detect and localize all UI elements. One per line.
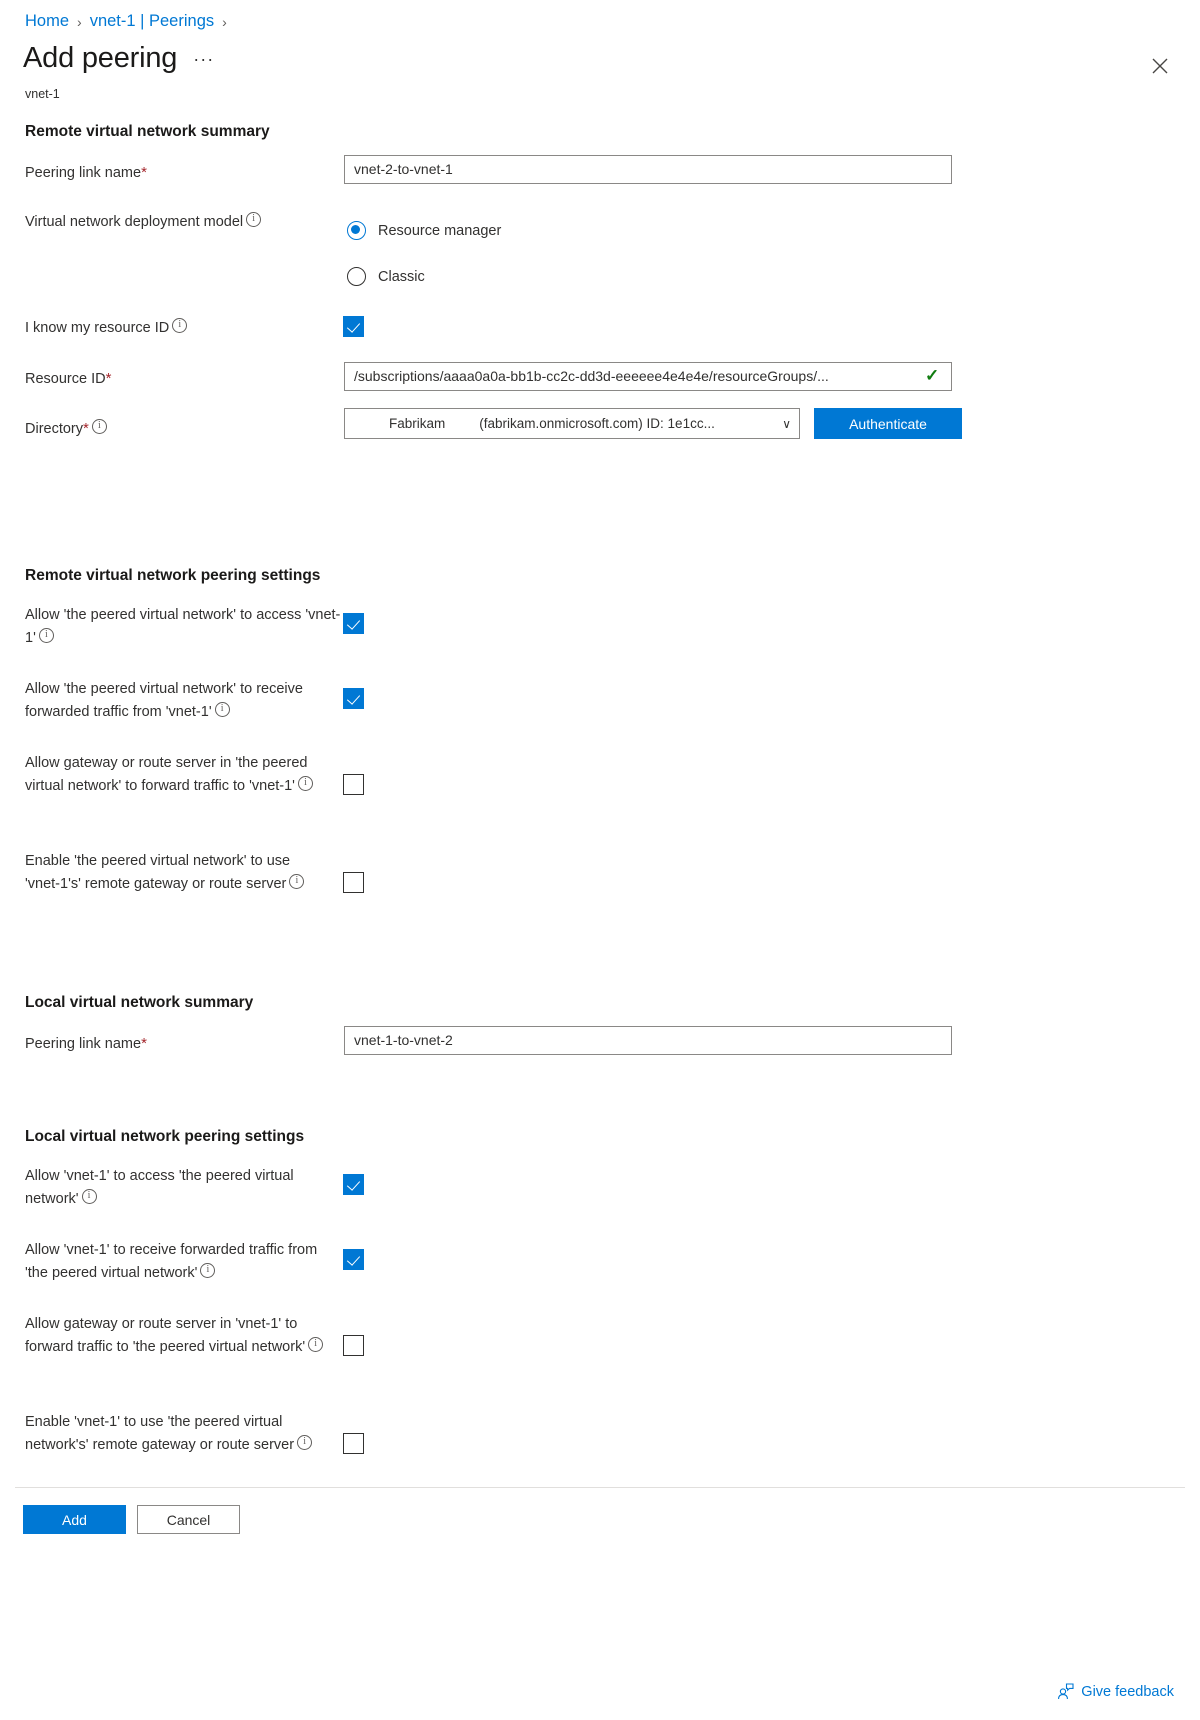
info-icon-remote-allow-access[interactable] xyxy=(38,627,54,644)
label-local-use-remote-gateway: Enable 'vnet-1' to use 'the peered virtu… xyxy=(25,1411,325,1458)
label-remote-allow-gateway-transit: Allow gateway or route server in 'the pe… xyxy=(25,752,345,799)
checkbox-local-use-remote-gateway[interactable] xyxy=(343,1433,364,1454)
info-icon-know-resource-id[interactable] xyxy=(172,317,188,333)
close-icon[interactable] xyxy=(1146,52,1174,80)
label-remote-peering-link-name: Peering link name* xyxy=(25,164,147,181)
add-peering-blade: Home › vnet-1 | Peerings › Add peering ·… xyxy=(0,0,1200,1720)
label-directory: Directory* xyxy=(25,417,107,441)
breadcrumb-item-home[interactable]: Home xyxy=(25,12,69,31)
info-icon-local-allow-gateway-transit[interactable] xyxy=(308,1336,324,1353)
page-subtitle: vnet-1 xyxy=(25,87,60,101)
label-remote-allow-access: Allow 'the peered virtual network' to ac… xyxy=(25,604,345,651)
person-feedback-icon xyxy=(1057,1683,1074,1700)
label-local-allow-access: Allow 'vnet-1' to access 'the peered vir… xyxy=(25,1165,340,1212)
add-button[interactable]: Add xyxy=(23,1505,126,1534)
radio-label-resource-manager: Resource manager xyxy=(378,222,502,239)
required-marker-local-link: * xyxy=(141,1035,147,1052)
give-feedback-link[interactable]: Give feedback xyxy=(1057,1683,1174,1700)
remote-peering-link-name-input[interactable]: vnet-2-to-vnet-1 xyxy=(344,155,952,184)
chevron-right-icon-2: › xyxy=(222,13,227,30)
section-local-settings-heading: Local virtual network peering settings xyxy=(25,1128,305,1145)
more-options-button[interactable]: ··· xyxy=(193,49,214,73)
radio-resource-manager[interactable]: Resource manager xyxy=(347,221,501,240)
checkbox-local-allow-gateway-transit[interactable] xyxy=(343,1335,364,1356)
required-marker-resource-id: * xyxy=(105,370,112,387)
info-icon-remote-allow-gateway-transit[interactable] xyxy=(297,775,313,792)
required-marker: * xyxy=(141,164,147,181)
breadcrumb-item-vnet-1-peerings[interactable]: vnet-1 | Peerings xyxy=(90,12,214,31)
section-remote-summary-heading: Remote virtual network summary xyxy=(25,123,270,140)
checkbox-local-allow-forwarded-traffic[interactable] xyxy=(343,1249,364,1270)
label-resource-id: Resource ID* xyxy=(25,370,112,387)
info-icon-local-allow-access[interactable] xyxy=(81,1188,97,1205)
chevron-down-icon: ∨ xyxy=(782,416,791,431)
resource-id-input[interactable]: /subscriptions/aaaa0a0a-bb1b-cc2c-dd3d-e… xyxy=(344,362,952,391)
resource-id-valid-icon: ✓ xyxy=(925,366,940,385)
label-remote-allow-forwarded-traffic: Allow 'the peered virtual network' to re… xyxy=(25,678,325,725)
radio-label-classic: Classic xyxy=(378,268,425,285)
info-icon-remote-allow-forwarded-traffic[interactable] xyxy=(214,701,230,718)
page-title: Add peering xyxy=(23,42,178,74)
label-local-allow-gateway-transit: Allow gateway or route server in 'vnet-1… xyxy=(25,1313,345,1360)
checkbox-remote-allow-access[interactable] xyxy=(343,613,364,634)
info-icon-deployment-model[interactable] xyxy=(246,211,262,227)
authenticate-button[interactable]: Authenticate xyxy=(814,408,962,439)
checkbox-remote-allow-forwarded-traffic[interactable] xyxy=(343,688,364,709)
radio-classic[interactable]: Classic xyxy=(347,267,425,286)
directory-name: Fabrikam xyxy=(389,416,446,431)
title-row: Add peering ··· xyxy=(23,44,214,73)
checkbox-local-allow-access[interactable] xyxy=(343,1174,364,1195)
label-remote-use-remote-gateway: Enable 'the peered virtual network' to u… xyxy=(25,850,325,897)
info-icon-local-allow-forwarded-traffic[interactable] xyxy=(200,1262,216,1279)
label-deployment-model: Virtual network deployment model xyxy=(25,211,262,234)
info-icon-local-use-remote-gateway[interactable] xyxy=(297,1434,313,1451)
label-local-allow-forwarded-traffic: Allow 'vnet-1' to receive forwarded traf… xyxy=(25,1239,340,1286)
section-remote-settings-heading: Remote virtual network peering settings xyxy=(25,567,321,584)
cancel-button[interactable]: Cancel xyxy=(137,1505,240,1534)
checkbox-remote-use-remote-gateway[interactable] xyxy=(343,872,364,893)
directory-detail: (fabrikam.onmicrosoft.com) ID: 1e1cc... xyxy=(479,416,715,431)
directory-dropdown[interactable]: Fabrikam (fabrikam.onmicrosoft.com) ID: … xyxy=(344,408,800,439)
give-feedback-label: Give feedback xyxy=(1081,1683,1174,1700)
section-local-summary-heading: Local virtual network summary xyxy=(25,994,254,1011)
required-marker-directory: * xyxy=(83,420,89,437)
footer-divider xyxy=(15,1487,1185,1488)
breadcrumb: Home › vnet-1 | Peerings › xyxy=(25,12,227,31)
label-local-peering-link-name: Peering link name* xyxy=(25,1035,147,1052)
checkbox-remote-allow-gateway-transit[interactable] xyxy=(343,774,364,795)
checkbox-know-resource-id[interactable] xyxy=(343,316,364,337)
local-peering-link-name-input[interactable]: vnet-1-to-vnet-2 xyxy=(344,1026,952,1055)
info-icon-remote-use-remote-gateway[interactable] xyxy=(289,873,305,890)
label-know-resource-id: I know my resource ID xyxy=(25,317,188,340)
info-icon-directory[interactable] xyxy=(91,418,107,434)
radio-indicator-resource-manager[interactable] xyxy=(347,221,366,240)
chevron-right-icon: › xyxy=(77,13,82,30)
radio-indicator-classic[interactable] xyxy=(347,267,366,286)
